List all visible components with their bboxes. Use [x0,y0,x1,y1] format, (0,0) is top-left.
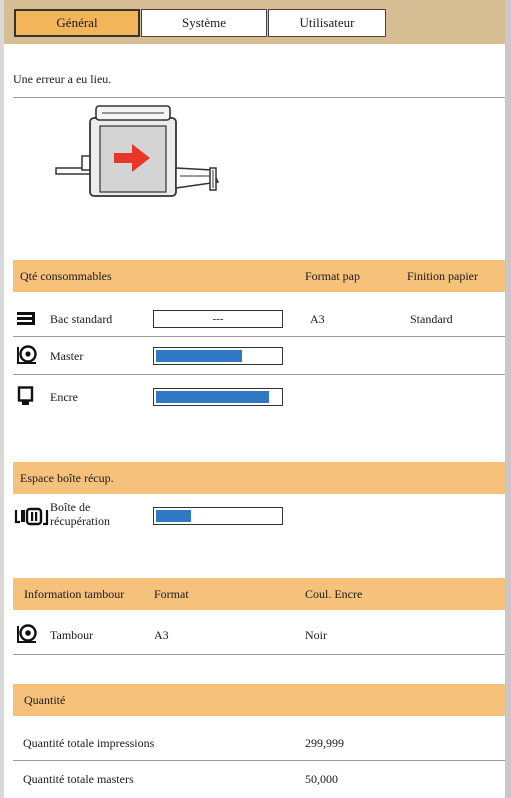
consumables-header: Qté consommables Format pap Finition pap… [13,260,505,292]
paper-format-value: A3 [310,312,325,326]
paper-level-gauge: --- [153,310,283,328]
tab-system[interactable]: Système [141,9,267,37]
paper-finish-column: Finition papier [407,269,478,283]
ink-color-value: Noir [305,628,327,642]
ink-cartridge-icon [17,386,34,405]
disposal-box-icon [14,507,49,526]
consumables-title: Qté consommables [20,269,112,283]
paper-tray-icon [17,312,35,325]
waste-box-title: Espace boîte récup. [20,471,114,485]
divider [13,760,505,761]
window-frame-right [505,0,511,798]
drum-icon [17,624,37,643]
tab-general[interactable]: Général [14,9,140,37]
total-prints-value: 299,999 [305,736,344,750]
drum-header: Information tambour Format Coul. Encre [13,578,505,610]
divider [13,374,505,375]
divider [13,97,505,98]
divider [13,654,505,655]
tab-user[interactable]: Utilisateur [268,9,386,37]
waste-box-label-line2: récupération [50,514,110,528]
drum-format-value: A3 [154,628,169,642]
tab-bar: Général Système Utilisateur [4,0,505,44]
master-level-gauge [153,347,283,365]
paper-finish-value: Standard [410,312,453,326]
printer-error-arrow-icon [55,105,220,197]
total-masters-label: Quantité totale masters [23,772,134,786]
consumable-label: Master [50,349,84,363]
drum-info-title: Information tambour [24,587,125,601]
waste-box-fill [156,510,191,522]
drum-label: Tambour [50,628,94,642]
ink-color-column: Coul. Encre [305,587,363,601]
waste-box-label-line1: Boîte de [50,500,91,514]
status-message: Une erreur a eu lieu. [13,72,112,86]
gauge-text: --- [212,313,224,325]
consumable-label: Encre [50,390,78,404]
quantity-header: Quantité [13,684,505,716]
ink-level-gauge [153,388,283,406]
paper-format-column: Format pap [305,269,360,283]
master-roll-icon [17,345,37,364]
consumable-label: Bac standard [50,312,113,326]
window-frame-left [0,0,4,798]
ink-level-fill [156,391,269,403]
waste-box-gauge [153,507,283,525]
divider [13,336,505,337]
waste-box-header: Espace boîte récup. [13,462,505,494]
master-level-fill [156,350,242,362]
quantity-title: Quantité [24,693,66,707]
total-prints-label: Quantité totale impressions [23,736,155,750]
total-masters-value: 50,000 [305,772,338,786]
drum-format-column: Format [154,587,189,601]
